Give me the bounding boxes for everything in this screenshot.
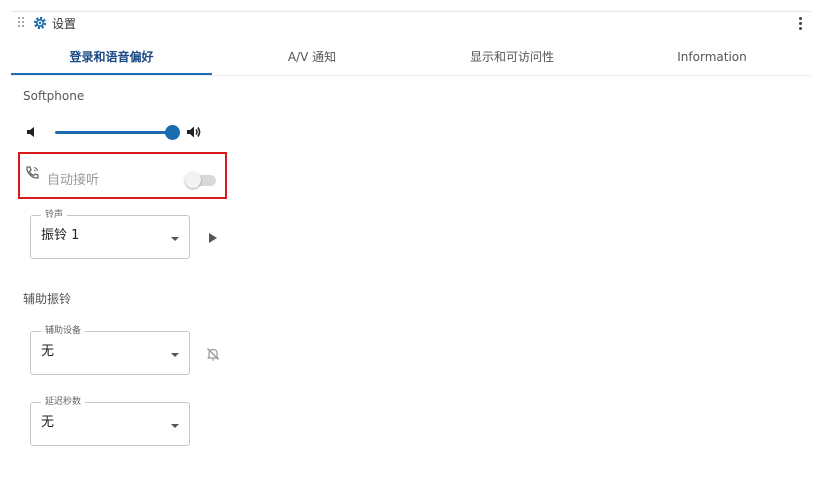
volume-slider-thumb[interactable] (165, 125, 180, 140)
section-label-softphone: Softphone (23, 89, 85, 103)
section-label-secondary-ring: 辅助振铃 (23, 292, 72, 306)
tab-av-notifications[interactable]: A/V 通知 (212, 48, 412, 66)
ringtone-value: 振铃 1 (41, 228, 80, 243)
tab-login-voice[interactable]: 登录和语音偏好 (11, 48, 212, 66)
auto-answer-toggle-thumb[interactable] (185, 172, 201, 188)
secondary-device-select[interactable]: 辅助设备 无 (30, 325, 190, 375)
drag-handle-icon[interactable] (18, 17, 26, 29)
volume-slider-track[interactable] (55, 131, 172, 134)
phone-auto-answer-icon (26, 166, 39, 179)
ringtone-legend: 铃声 (41, 209, 68, 221)
active-tab-indicator (11, 73, 212, 75)
secondary-device-legend: 辅助设备 (41, 325, 86, 337)
tab-information[interactable]: Information (612, 48, 812, 66)
gear-icon (33, 16, 47, 30)
delay-seconds-select[interactable]: 延迟秒数 无 (30, 396, 190, 446)
delay-seconds-value: 无 (41, 415, 55, 430)
auto-answer-label: 自动接听 (47, 173, 100, 188)
bell-off-icon[interactable] (205, 346, 221, 362)
tab-display-accessibility[interactable]: 显示和可访问性 (412, 48, 612, 66)
settings-header (11, 11, 811, 76)
more-vertical-icon[interactable] (798, 17, 802, 31)
volume-low-icon (27, 127, 34, 137)
page-title: 设置 (52, 17, 77, 31)
volume-high-icon (187, 126, 201, 138)
tabs-divider (11, 75, 811, 76)
chevron-down-icon (171, 424, 179, 428)
play-ringtone-icon[interactable] (209, 233, 217, 243)
secondary-device-value: 无 (41, 344, 55, 359)
chevron-down-icon (171, 237, 179, 241)
delay-seconds-legend: 延迟秒数 (41, 396, 86, 408)
chevron-down-icon (171, 353, 179, 357)
ringtone-select[interactable]: 铃声 振铃 1 (30, 209, 190, 259)
